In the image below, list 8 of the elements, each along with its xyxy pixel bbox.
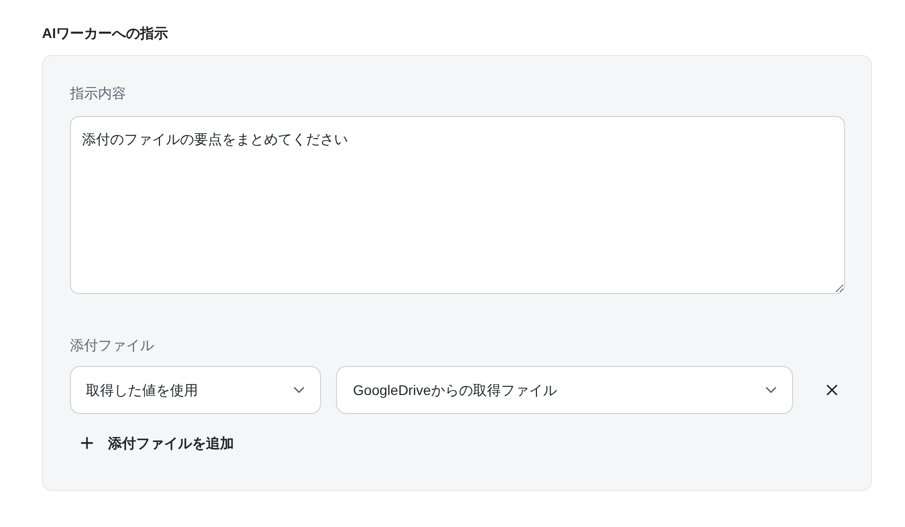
field-label: 指示内容 (70, 84, 126, 103)
add-attachment-button[interactable]: 添付ファイルを追加 (78, 430, 234, 456)
plus-icon (78, 434, 96, 452)
field-label: 添付ファイル (70, 336, 154, 355)
file-select[interactable]: GoogleDriveからの取得ファイル (336, 366, 794, 414)
section-title: AIワーカーへの指示 (42, 24, 168, 43)
instruction-textarea[interactable]: 添付のファイルの要点をまとめてください (70, 116, 845, 294)
source-select[interactable]: 取得した値を使用 (70, 366, 322, 414)
